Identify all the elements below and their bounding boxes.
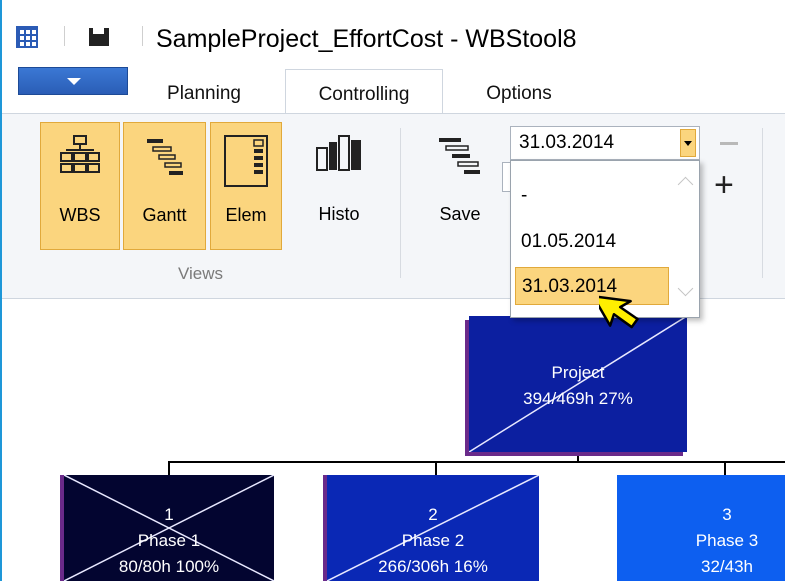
node-stats: 266/306h 16% [378,557,488,576]
gantt-view-button[interactable]: Gantt [123,122,206,250]
tab-controlling[interactable]: Controlling [285,69,443,115]
title-separator [142,26,143,46]
connector-line [168,461,785,463]
wbs-button-label: WBS [59,205,101,225]
chevron-up-icon[interactable] [677,176,694,193]
app-grid-icon[interactable] [16,26,38,48]
save-snapshot-button[interactable]: Save [420,122,500,250]
minus-icon[interactable] [720,142,738,145]
node-stats: 394/469h 27% [523,389,633,408]
histo-button-label: Histo [318,204,360,224]
node-name: Project [551,363,605,382]
node-number: 1 [164,505,174,524]
wbs-node-phase[interactable]: 1 Phase 1 80/80h 100% [64,475,274,581]
node-name: Phase 3 [695,531,759,550]
tab-options[interactable]: Options [466,75,572,113]
elem-view-button[interactable]: Elem [210,122,282,250]
histogram-icon [316,135,361,171]
wbs-node-phase[interactable]: 2 Phase 2 266/306h 16% [327,475,539,581]
window-title: SampleProject_EffortCost - WBStool8 [156,25,577,53]
connector-line [435,461,437,475]
histo-view-button[interactable]: Histo [294,122,384,250]
ribbon-separator [400,128,401,278]
chevron-down-icon[interactable] [680,129,696,157]
dropdown-option[interactable]: - [515,177,669,215]
node-number: 3 [722,505,732,524]
connector-line [724,461,726,475]
chevron-down-icon[interactable] [677,280,694,297]
date-combo-box[interactable]: 31.03.2014 [510,126,700,160]
wbs-node-phase[interactable]: 3 Phase 3 32/43h [617,475,785,581]
node-name: Phase 2 [401,531,465,550]
file-menu-button[interactable] [18,67,128,95]
node-number: 2 [428,505,438,524]
date-combo-value: 31.03.2014 [519,132,615,153]
app-window: SampleProject_EffortCost - WBStool8 Plan… [0,0,785,581]
node-stats: 80/80h 100% [118,557,220,576]
plus-icon[interactable]: + [714,168,734,202]
views-group-label: Views [178,264,224,283]
dropdown-option[interactable]: 01.05.2014 [515,223,669,261]
wbs-icon [60,135,100,173]
title-bar: SampleProject_EffortCost - WBStool8 [2,0,785,58]
wbs-view-button[interactable]: WBS [40,122,120,250]
save-button-label: Save [439,204,481,224]
pointer-cursor-icon [599,294,639,329]
elem-button-label: Elem [225,205,267,225]
element-panel-icon [224,135,268,187]
title-separator [64,26,65,46]
gantt-button-label: Gantt [142,205,187,225]
node-stats: 32/43h [701,557,753,576]
dropdown-scrollbar[interactable] [675,163,697,315]
tab-planning[interactable]: Planning [152,75,256,113]
gantt-icon [146,139,183,175]
node-name: Phase 1 [137,531,201,550]
save-icon[interactable] [89,28,109,46]
ribbon-separator [762,128,763,278]
save-snapshot-icon [439,138,480,174]
connector-line [168,461,170,475]
